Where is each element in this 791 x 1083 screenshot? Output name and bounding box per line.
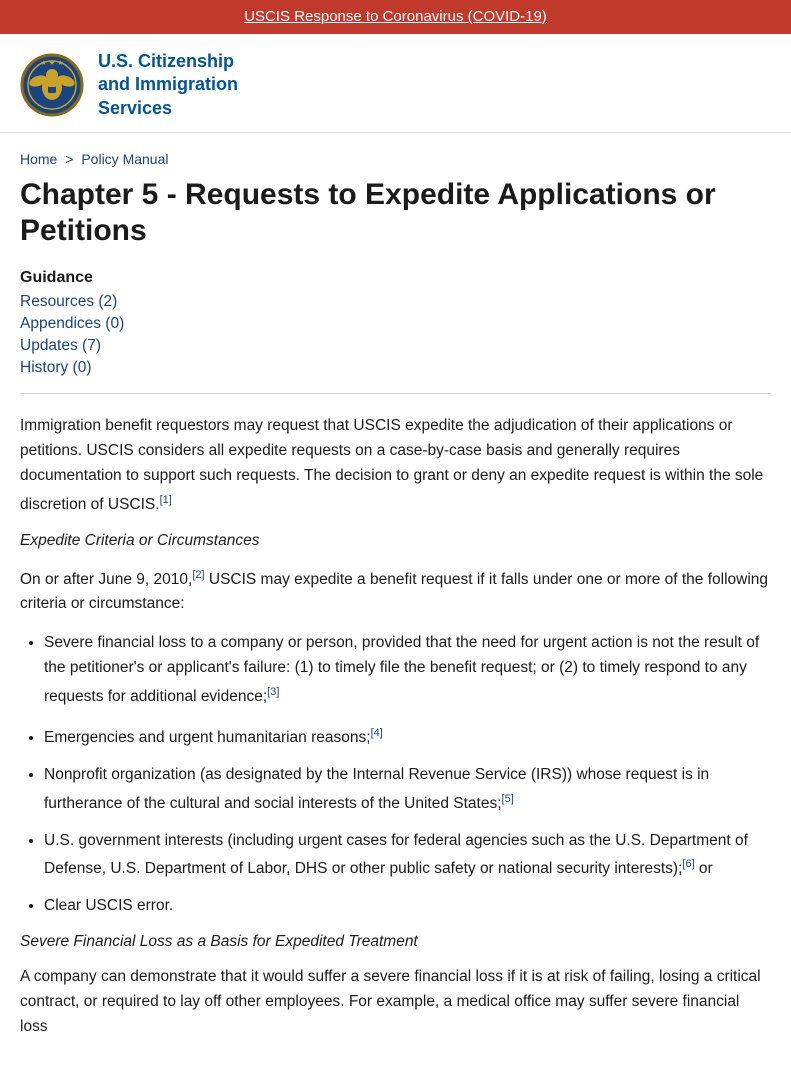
footnote-6-link[interactable]: [6] <box>682 858 694 870</box>
guidance-nav: Guidance Resources (2) Appendices (0) Up… <box>20 269 771 377</box>
criteria-list: Severe financial loss to a company or pe… <box>44 631 771 919</box>
covid-banner: USCIS Response to Coronavirus (COVID-19) <box>0 0 791 34</box>
footnote-2-link[interactable]: [2] <box>192 569 204 581</box>
breadcrumb-policy-manual[interactable]: Policy Manual <box>81 151 168 167</box>
section-divider <box>20 393 771 394</box>
svg-text:★ ★ ★: ★ ★ ★ <box>41 59 64 67</box>
list-item: Clear USCIS error. <box>44 894 771 919</box>
expedite-criteria-heading: Expedite Criteria or Circumstances <box>20 532 771 550</box>
main-content: Home > Policy Manual Chapter 5 - Request… <box>0 133 791 1083</box>
page-title: Chapter 5 - Requests to Expedite Applica… <box>20 177 771 249</box>
footnote-3-link[interactable]: [3] <box>267 686 279 698</box>
breadcrumb-home[interactable]: Home <box>20 151 57 167</box>
covid-banner-link[interactable]: USCIS Response to Coronavirus (COVID-19) <box>244 8 547 25</box>
footnote-1-link[interactable]: [1] <box>160 494 172 506</box>
criteria-intro-paragraph: On or after June 9, 2010,[2] USCIS may e… <box>20 564 771 618</box>
appendices-link[interactable]: Appendices (0) <box>20 315 771 333</box>
list-item: Nonprofit organization (as designated by… <box>44 763 771 817</box>
uscis-seal: ★ ★ ★ <box>20 53 84 117</box>
footnote-5-link[interactable]: [5] <box>502 793 514 805</box>
agency-name: U.S. Citizenship and Immigration Service… <box>98 50 238 120</box>
list-item: Emergencies and urgent humanitarian reas… <box>44 722 771 751</box>
site-header: ★ ★ ★ U.S. Citizenship and Immigration S… <box>0 34 791 133</box>
resources-link[interactable]: Resources (2) <box>20 293 771 311</box>
footnote-4-link[interactable]: [4] <box>371 727 383 739</box>
history-link[interactable]: History (0) <box>20 359 771 377</box>
breadcrumb-separator: > <box>65 151 73 167</box>
list-item: U.S. government interests (including urg… <box>44 829 771 883</box>
severe-financial-paragraph: A company can demonstrate that it would … <box>20 965 771 1039</box>
list-item: Severe financial loss to a company or pe… <box>44 631 771 710</box>
updates-link[interactable]: Updates (7) <box>20 337 771 355</box>
severe-financial-heading: Severe Financial Loss as a Basis for Exp… <box>20 933 771 951</box>
intro-paragraph: Immigration benefit requestors may reque… <box>20 414 771 517</box>
guidance-label: Guidance <box>20 269 771 287</box>
breadcrumb: Home > Policy Manual <box>20 151 771 167</box>
